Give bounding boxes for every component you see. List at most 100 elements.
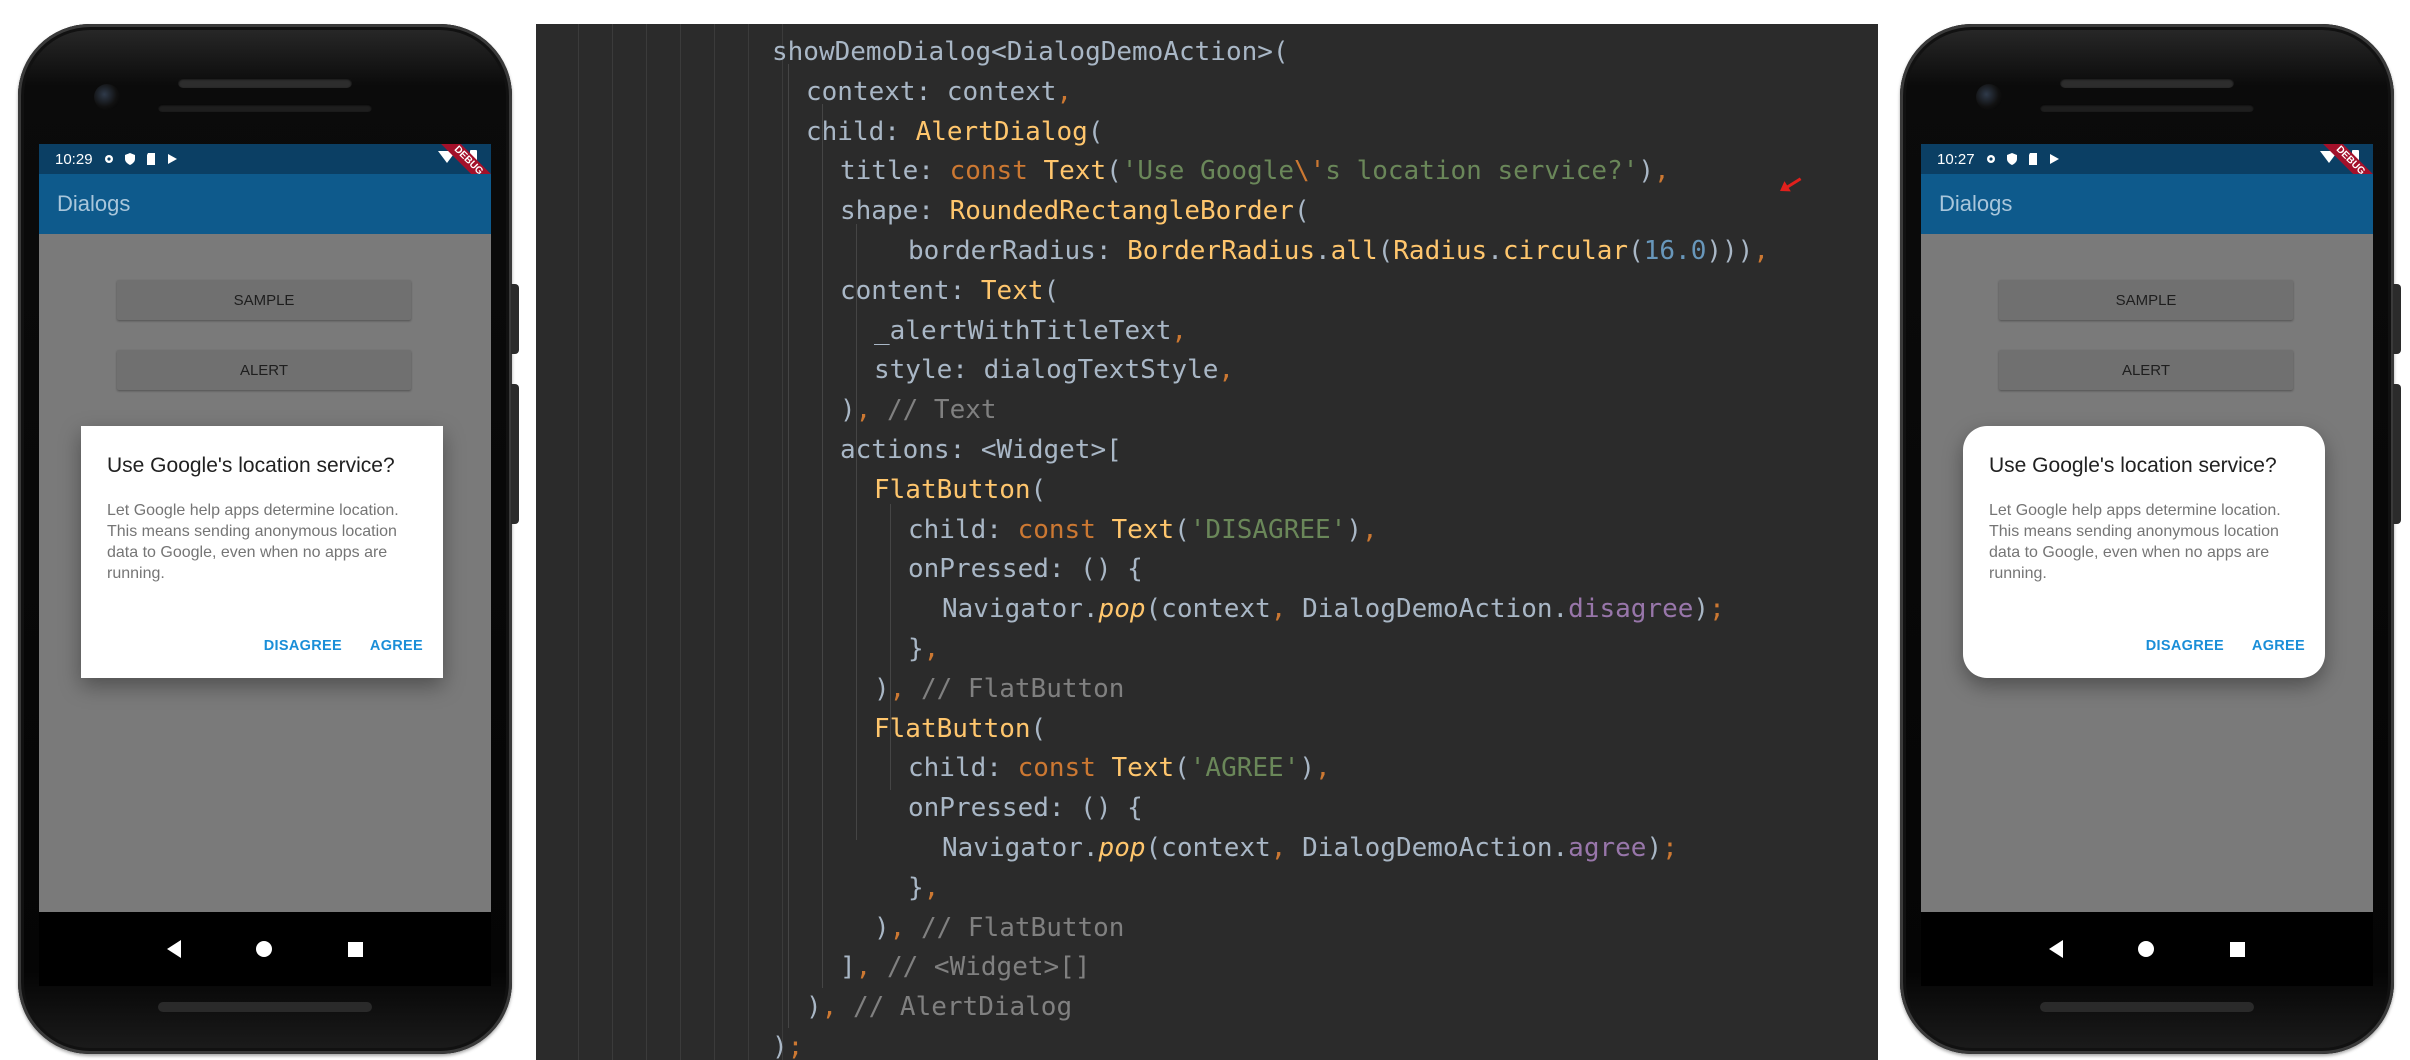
code-token: AlertDialog <box>915 116 1088 147</box>
disagree-button[interactable]: DISAGREE <box>2146 638 2224 654</box>
code-token: ( <box>1030 713 1047 744</box>
code-line: title: const Text('Use Google\'s locatio… <box>840 151 1670 191</box>
code-line: FlatButton( <box>874 470 1046 510</box>
home-icon[interactable] <box>2138 941 2155 957</box>
code-editor: showDemoDialog<DialogDemoAction>( context… <box>536 24 1878 1060</box>
code-line: ], // <Widget>[] <box>840 947 1090 987</box>
code-line: style: dialogTextStyle, <box>874 350 1234 390</box>
recents-icon[interactable] <box>348 941 364 957</box>
code-token: circular <box>1502 236 1629 266</box>
recents-icon[interactable] <box>2230 941 2246 957</box>
settings-icon <box>104 155 113 163</box>
code-line: }, <box>908 868 939 908</box>
sample-button[interactable]: SAMPLE <box>117 280 411 320</box>
code-token: ; <box>1662 833 1678 863</box>
indent-guide <box>782 24 783 1060</box>
code-token: (context <box>1145 594 1271 625</box>
play-store-icon <box>2049 154 2059 164</box>
code-token: context: context <box>806 76 1057 107</box>
code-token: , <box>855 952 887 983</box>
indent-guide <box>714 24 715 1060</box>
code-token: , <box>821 992 853 1023</box>
code-token: ] <box>840 952 856 983</box>
earpiece-speaker <box>2060 78 2234 88</box>
code-token: ) <box>1299 753 1316 784</box>
code-token: showDemoDialog<DialogDemoAction>( <box>772 37 1289 67</box>
code-token: , <box>1218 355 1235 386</box>
code-token: Text <box>980 275 1044 306</box>
code-token: // FlatButton <box>920 673 1125 704</box>
sd-card-icon <box>2028 153 2037 165</box>
code-token: onPressed: () { <box>908 554 1143 585</box>
alert-button[interactable]: ALERT <box>1999 350 2293 390</box>
code-token: , <box>1361 514 1378 545</box>
code-line: onPressed: () { <box>908 788 1143 828</box>
shield-icon <box>124 153 135 165</box>
back-icon[interactable] <box>166 940 181 958</box>
code-token: ( <box>1174 514 1190 545</box>
agree-button[interactable]: AGREE <box>370 638 423 654</box>
code-token: , <box>1270 833 1303 863</box>
alert-dialog: Use Google's location service? Let Googl… <box>81 426 443 678</box>
code-token: . <box>1315 236 1331 266</box>
code-token: onPressed: () { <box>908 793 1143 824</box>
code-token: pop <box>1098 594 1146 625</box>
indent-guide <box>788 64 789 1028</box>
code-token: \' <box>1293 156 1326 187</box>
sd-card-icon <box>146 153 155 165</box>
app-bar-title: Dialogs <box>57 191 131 216</box>
code-token: } <box>908 634 924 664</box>
power-button <box>511 284 519 354</box>
code-line: child: const Text('AGREE'), <box>908 748 1331 788</box>
code-token: ( <box>1106 156 1122 187</box>
code-token: agree <box>1568 833 1647 863</box>
alert-button[interactable]: ALERT <box>117 350 411 390</box>
code-token: // AlertDialog <box>852 992 1073 1023</box>
code-token: actions: <Widget>[ <box>840 435 1122 465</box>
earpiece-grille <box>2040 104 2254 112</box>
home-icon[interactable] <box>256 941 273 957</box>
code-token: ) <box>1346 514 1362 545</box>
volume-button <box>511 384 519 524</box>
code-token: 'Use Google <box>1121 156 1294 187</box>
front-camera-icon <box>1976 84 2002 110</box>
code-token: ( <box>1043 275 1060 306</box>
sample-button[interactable]: SAMPLE <box>1999 280 2293 320</box>
code-line: }, <box>908 629 939 669</box>
status-time: 10:27 <box>1937 150 1975 168</box>
code-token: // <Widget>[] <box>886 952 1091 983</box>
code-token: 'AGREE' <box>1189 753 1300 784</box>
code-token: DialogDemoAction. <box>1302 594 1569 625</box>
code-token: 'DISAGREE' <box>1189 514 1347 545</box>
code-token: ( <box>1030 474 1047 505</box>
code-line: child: const Text('DISAGREE'), <box>908 510 1378 550</box>
volume-button <box>2393 384 2401 524</box>
back-icon[interactable] <box>2048 940 2063 958</box>
phone-left: 10:29 DEBUG Dialogs SAMPLE ALERT Use Goo… <box>18 24 519 1054</box>
status-icons <box>1985 153 2060 165</box>
code-token: ; <box>787 1032 804 1060</box>
code-token: BorderRadius <box>1127 236 1315 266</box>
navigation-bar <box>39 912 491 986</box>
code-token: , <box>923 872 940 903</box>
code-token: const <box>1017 514 1112 545</box>
code-token: Navigator. <box>942 833 1099 863</box>
code-token: ) <box>1693 594 1710 625</box>
code-token: , <box>1654 156 1670 187</box>
shield-icon <box>2006 153 2017 165</box>
code-token: Text <box>1043 156 1107 187</box>
indent-guide <box>856 224 857 840</box>
code-line: child: AlertDialog( <box>806 112 1103 152</box>
code-line: Navigator.pop(context, DialogDemoAction.… <box>942 589 1725 629</box>
code-token: const <box>1017 753 1112 784</box>
code-token: ) <box>772 1032 788 1060</box>
code-token: disagree <box>1568 594 1694 625</box>
code-token: s location service?' <box>1325 156 1639 187</box>
code-token: const <box>949 156 1044 187</box>
phone-screen: 10:29 DEBUG Dialogs SAMPLE ALERT Use Goo… <box>39 144 491 912</box>
disagree-button[interactable]: DISAGREE <box>264 638 342 654</box>
code-line: context: context, <box>806 72 1072 112</box>
navigation-bar <box>1921 912 2373 986</box>
agree-button[interactable]: AGREE <box>2252 638 2305 654</box>
status-bar: 10:27 DEBUG <box>1921 144 2373 198</box>
